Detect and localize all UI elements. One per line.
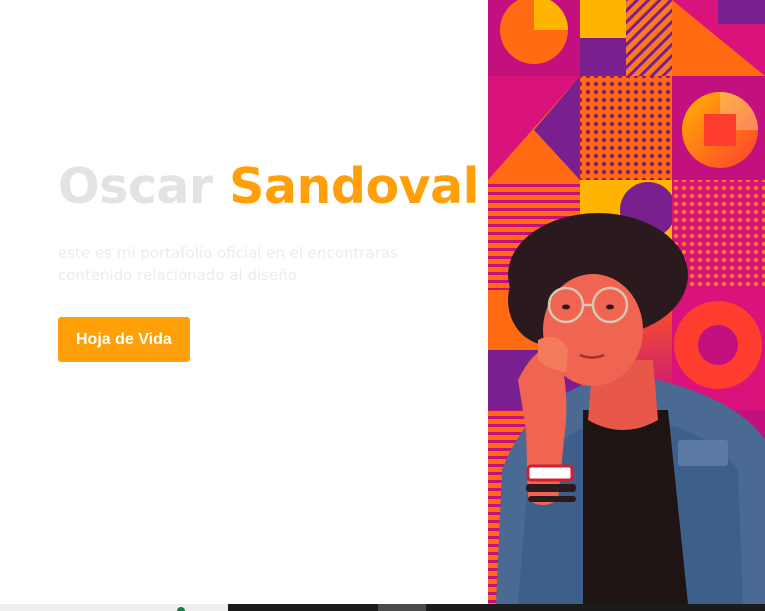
hero-section: Oscar Sandoval este es mi portafolio ofi…	[58, 158, 479, 362]
geometric-pattern-image	[488, 0, 765, 604]
hero-last-name: Sandoval	[229, 158, 479, 215]
hero-artwork	[488, 0, 765, 604]
hero-title: Oscar Sandoval	[58, 158, 479, 216]
hero-description: este es mi portafolio oficial en el enco…	[58, 244, 398, 284]
bottom-taskbar-strip	[0, 604, 765, 611]
hero-first-name: Oscar	[58, 158, 213, 215]
resume-button[interactable]: Hoja de Vida	[58, 317, 190, 362]
page: Oscar Sandoval este es mi portafolio ofi…	[0, 0, 765, 611]
